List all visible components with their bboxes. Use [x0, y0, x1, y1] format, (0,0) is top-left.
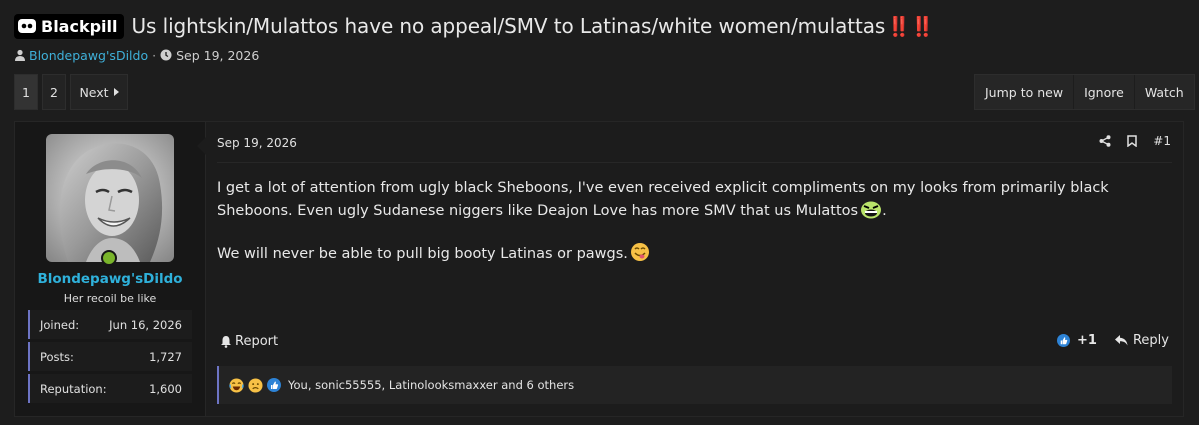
message-paragraph: I get a lot of attention from ugly black…: [217, 177, 1177, 222]
thread-date[interactable]: Sep 19, 2026: [176, 48, 259, 63]
message-divider: [217, 162, 1172, 163]
message-text: We will never be able to pull big booty …: [217, 246, 628, 262]
react-button[interactable]: +1: [1057, 333, 1097, 348]
next-label: Next: [79, 84, 109, 100]
thread-title: Us lightskin/Mulattos have no appeal/SMV…: [131, 14, 886, 38]
message-body: I get a lot of attention from ugly black…: [217, 177, 1177, 285]
message-arrow: [197, 137, 206, 155]
post-date[interactable]: Sep 19, 2026: [217, 136, 297, 150]
post-number[interactable]: #1: [1153, 134, 1171, 148]
post-username[interactable]: Blondepawg'sDildo: [15, 271, 205, 287]
stat-label: Posts:: [40, 349, 74, 364]
ignore-button[interactable]: Ignore: [1073, 75, 1134, 109]
like-icon: [1057, 334, 1071, 347]
message-text-end: .: [882, 203, 887, 219]
stat-label: Joined:: [40, 317, 80, 332]
user-icon: [15, 49, 25, 61]
sad-emoji-icon: [248, 377, 263, 393]
reddit-like-logo-icon: [18, 19, 36, 33]
watch-button[interactable]: Watch: [1133, 75, 1194, 109]
report-label: Report: [235, 334, 279, 349]
stat-joined: Joined: Jun 16, 2026: [28, 310, 192, 339]
bookmark-icon[interactable]: [1127, 135, 1138, 147]
jump-to-new-button[interactable]: Jump to new: [975, 75, 1073, 109]
reaction-count: +1: [1077, 333, 1097, 348]
prefix-badge[interactable]: Blackpill: [14, 13, 124, 39]
next-page-button[interactable]: Next: [70, 74, 128, 110]
reactions-bar[interactable]: You, sonic55555, Latinolooksmaxxer and 6…: [217, 366, 1172, 404]
stat-value: Jun 16, 2026: [109, 317, 182, 332]
page-2-button[interactable]: 2: [42, 74, 66, 110]
pagination: 1 2 Next: [14, 74, 128, 110]
thread-actions: Jump to new Ignore Watch: [974, 74, 1195, 110]
post-actions: #1: [1099, 134, 1171, 148]
post: Blondepawg'sDildo Her recoil be like Joi…: [14, 121, 1184, 417]
share-icon[interactable]: [1099, 135, 1111, 147]
message-paragraph: We will never be able to pull big booty …: [217, 242, 1177, 265]
title-suffix: ‼️‼️: [887, 15, 935, 38]
stat-value: 1,600: [149, 381, 182, 396]
bell-icon: [221, 336, 231, 348]
message-cell: Sep 19, 2026 #1 I get a lot of attention…: [197, 122, 1183, 416]
report-button[interactable]: Report: [220, 334, 278, 349]
reactions-text: You, sonic55555, Latinolooksmaxxer and 6…: [288, 378, 575, 392]
meta-separator: ·: [152, 47, 157, 63]
online-indicator: [101, 250, 117, 266]
page-1-button[interactable]: 1: [14, 74, 38, 110]
tongue-emoji-icon: [630, 243, 649, 261]
thread-author-link[interactable]: Blondepawg'sDildo: [29, 48, 148, 63]
post-footer-actions: +1 Reply: [1057, 333, 1169, 348]
clock-icon: [160, 49, 172, 61]
like-icon: [267, 378, 281, 392]
thread-title-row: Blackpill Us lightskin/Mulattos have no …: [14, 12, 935, 40]
angry-emoji-icon: [861, 201, 882, 219]
stat-value: 1,727: [149, 349, 182, 364]
stat-label: Reputation:: [40, 381, 107, 396]
post-user-cell: Blondepawg'sDildo Her recoil be like Joi…: [15, 122, 205, 416]
reply-icon: [1114, 335, 1128, 346]
thread-meta: Blondepawg'sDildo · Sep 19, 2026: [14, 46, 259, 64]
chevron-right-icon: [113, 88, 119, 96]
user-title: Her recoil be like: [63, 292, 157, 305]
stat-reputation: Reputation: 1,600: [28, 374, 192, 403]
prefix-label: Blackpill: [41, 16, 118, 36]
laugh-emoji-icon: [229, 377, 244, 393]
avatar[interactable]: [46, 134, 174, 262]
reply-label: Reply: [1132, 333, 1169, 348]
stat-posts: Posts: 1,727: [28, 342, 192, 371]
message-text: I get a lot of attention from ugly black…: [217, 180, 1109, 219]
reply-button[interactable]: Reply: [1114, 333, 1169, 348]
